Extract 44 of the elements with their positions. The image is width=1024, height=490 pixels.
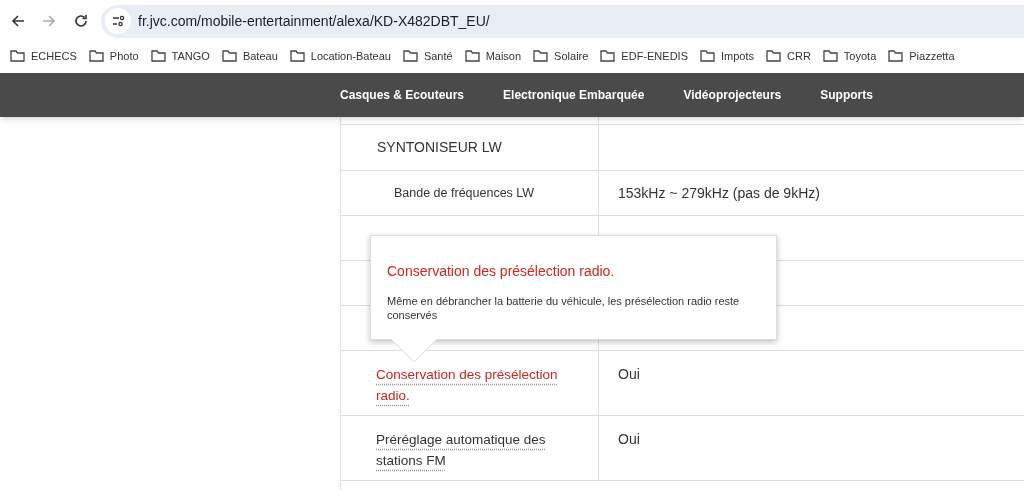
- bookmark[interactable]: Location-Bateau: [289, 47, 391, 65]
- reload-icon[interactable]: [74, 14, 88, 28]
- nav-link[interactable]: Casques & Ecouteurs: [340, 86, 465, 104]
- folder-icon: [822, 50, 838, 62]
- folder-icon: [221, 50, 237, 62]
- spec-term-link[interactable]: Conservation des présélection radio.: [376, 364, 581, 415]
- folder-icon: [533, 50, 549, 62]
- folder-icon: [289, 50, 305, 62]
- folder-icon: [766, 50, 781, 62]
- folder-icon: [464, 50, 480, 62]
- address-bar[interactable]: fr.jvc.com/mobile-entertainment/alexa/KD-X482DBT_EU/: [101, 4, 1024, 38]
- back-icon[interactable]: [11, 14, 25, 28]
- bookmark[interactable]: Impots: [700, 47, 754, 65]
- bookmark[interactable]: ECHECS: [10, 47, 77, 65]
- bookmark[interactable]: Toyota: [822, 47, 877, 65]
- spec-term-link[interactable]: Préréglage automatique des stations FM: [376, 429, 581, 480]
- spec-value: Oui: [618, 430, 640, 449]
- url-text: fr.jvc.com/mobile-entertainment/alexa/KD-X482DBT_EU/: [138, 11, 490, 31]
- spec-value: Oui: [618, 365, 640, 384]
- folder-icon: [888, 50, 904, 62]
- folder-icon: [150, 50, 166, 62]
- tooltip-title: Conservation des présélection radio.: [387, 262, 616, 281]
- section-heading: SYNTONISEUR LW: [377, 138, 502, 157]
- folder-icon: [600, 50, 616, 62]
- spec-label: Bande de fréquences LW: [394, 184, 535, 202]
- nav-link[interactable]: Supports: [820, 86, 873, 104]
- nav-link[interactable]: Vidéoprojecteurs: [683, 86, 782, 104]
- nav-link[interactable]: Electronique Embarquée: [503, 86, 645, 104]
- site-settings-icon[interactable]: [105, 8, 131, 34]
- spec-value: 153kHz ~ 279kHz (pas de 9kHz): [618, 183, 820, 203]
- bookmark[interactable]: EDF-ENEDIS: [600, 47, 688, 65]
- tooltip-text: Même en débrancher la batterie du véhicule, les présélection radio reste conservés: [387, 294, 741, 322]
- bookmark[interactable]: Solaire: [533, 47, 589, 65]
- folder-icon: [402, 50, 418, 62]
- bookmark[interactable]: Piazzetta: [888, 47, 955, 65]
- folder-icon: [700, 50, 715, 62]
- bookmark[interactable]: Maison: [464, 47, 522, 65]
- bookmark[interactable]: CRR: [766, 47, 811, 65]
- bookmark[interactable]: Bateau: [221, 47, 278, 65]
- folder-icon: [88, 50, 104, 62]
- bookmark[interactable]: Photo: [88, 47, 139, 65]
- bookmark[interactable]: Santé: [402, 47, 453, 65]
- bookmark[interactable]: TANGO: [150, 47, 210, 65]
- folder-icon: [10, 50, 25, 62]
